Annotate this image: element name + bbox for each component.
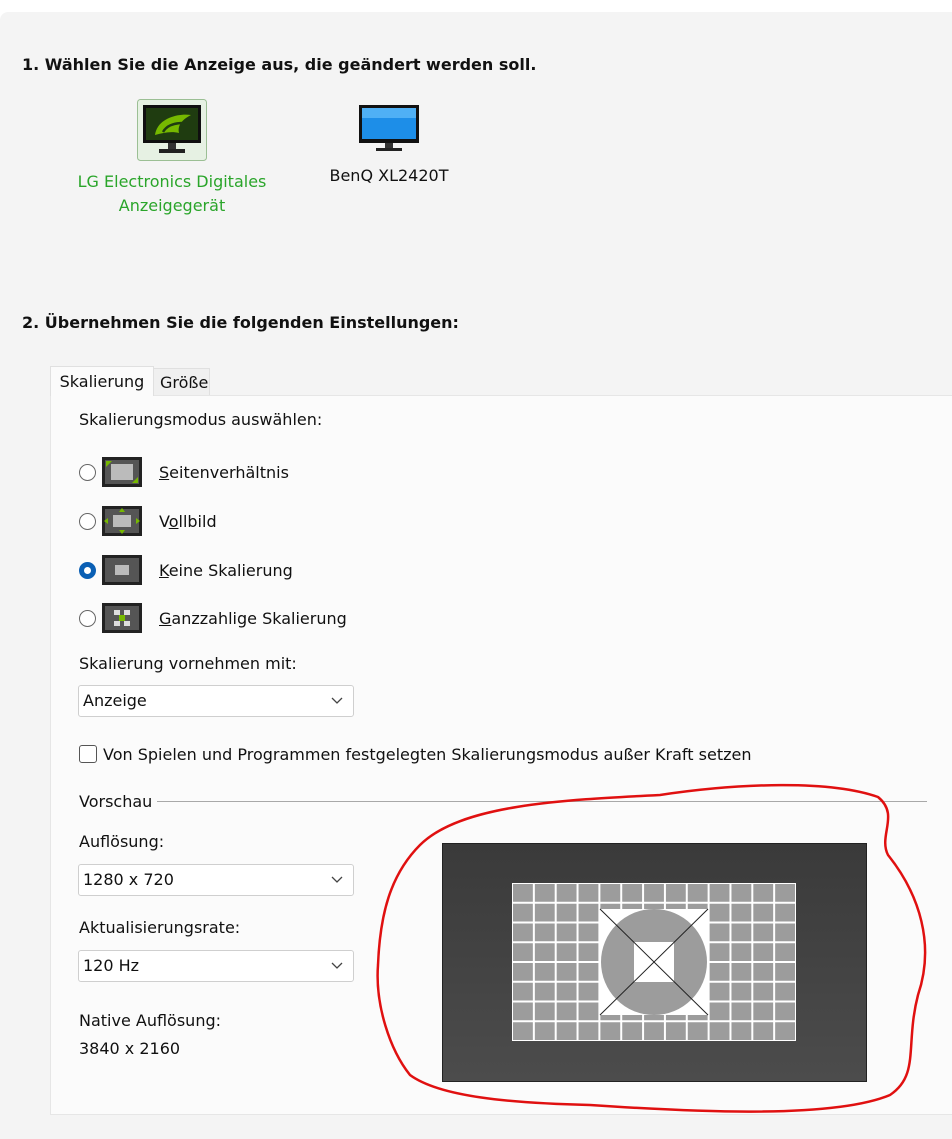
resolution-select[interactable]: 1280 x 720 [78,864,354,896]
display-lg[interactable]: LG Electronics Digitales Anzeigegerät [62,99,282,218]
integer-scaling-icon [102,603,142,633]
mode-option-ganzzahlige-skalierung[interactable]: Ganzzahlige Skalierung [79,603,347,633]
radio-ganzzahlige-skalierung[interactable] [79,609,96,627]
no-scaling-icon [102,555,142,585]
native-resolution-label: Native Auflösung: [79,1011,222,1030]
chevron-down-icon [331,697,343,704]
chevron-down-icon [331,962,343,969]
mode-option-seitenverhaeltnis[interactable]: Seitenverhältnis [79,457,289,487]
mode-option-vollbild[interactable]: Vollbild [79,506,217,536]
override-scaling-checkbox[interactable] [79,745,97,763]
mode-label-ganzzahlige-skalierung: anzzahlige Skalierung [171,608,347,628]
radio-dot [84,566,91,574]
mode-option-keine-skalierung[interactable]: Keine Skalierung [79,555,293,585]
display-lg-label-line2: Anzeigegerät [118,196,226,215]
fullscreen-icon [102,506,142,536]
mode-mnemonic: K [159,560,169,580]
override-scaling-label: Von Spielen und Programmen festgelegten … [103,744,752,764]
chevron-down-icon [331,876,343,883]
perform-scaling-label: Skalierung vornehmen mit: [79,654,297,673]
display-benq[interactable]: BenQ XL2420T [318,104,460,188]
scaling-mode-label: Skalierungsmodus auswählen: [79,410,323,429]
aspect-ratio-icon [102,457,142,487]
native-resolution-value: 3840 x 2160 [79,1039,181,1058]
refresh-rate-value: 120 Hz [83,956,140,975]
radio-vollbild[interactable] [79,512,96,530]
test-pattern [512,883,796,1041]
preview-group-divider [157,801,927,802]
mode-mnemonic: G [159,608,172,628]
mode-label-seitenverhaeltnis: eitenverhältnis [169,462,289,482]
resolution-value: 1280 x 720 [83,870,174,889]
refresh-rate-label: Aktualisierungsrate: [79,918,241,937]
mode-mnemonic: S [159,462,170,482]
monitor-nvidia-icon [137,99,207,161]
mode-label-keine-skalierung: eine Skalierung [168,560,293,580]
tab-skalierung[interactable]: Skalierung [50,366,154,396]
step2-heading: 2. Übernehmen Sie die folgenden Einstell… [22,313,459,332]
mode-mnemonic: o [168,511,179,531]
resolution-label: Auflösung: [79,832,165,851]
radio-seitenverhaeltnis[interactable] [79,463,96,481]
override-scaling-option[interactable]: Von Spielen und Programmen festgelegten … [79,742,751,766]
perform-scaling-value: Anzeige [83,691,147,710]
step1-heading: 1. Wählen Sie die Anzeige aus, die geänd… [22,55,537,74]
perform-scaling-select[interactable]: Anzeige [78,685,354,717]
mode-label-vollbild: llbild [178,511,217,531]
radio-keine-skalierung[interactable] [79,561,96,579]
tab-groesse[interactable]: Größe [154,368,210,396]
scaling-preview-image [442,843,867,1082]
monitor-blue-icon [359,105,419,151]
display-lg-label-line1: LG Electronics Digitales [77,172,267,191]
preview-group-label: Vorschau [79,792,153,811]
display-benq-label: BenQ XL2420T [329,166,449,185]
mode-label-part: V [159,511,169,531]
refresh-rate-select[interactable]: 120 Hz [78,950,354,982]
